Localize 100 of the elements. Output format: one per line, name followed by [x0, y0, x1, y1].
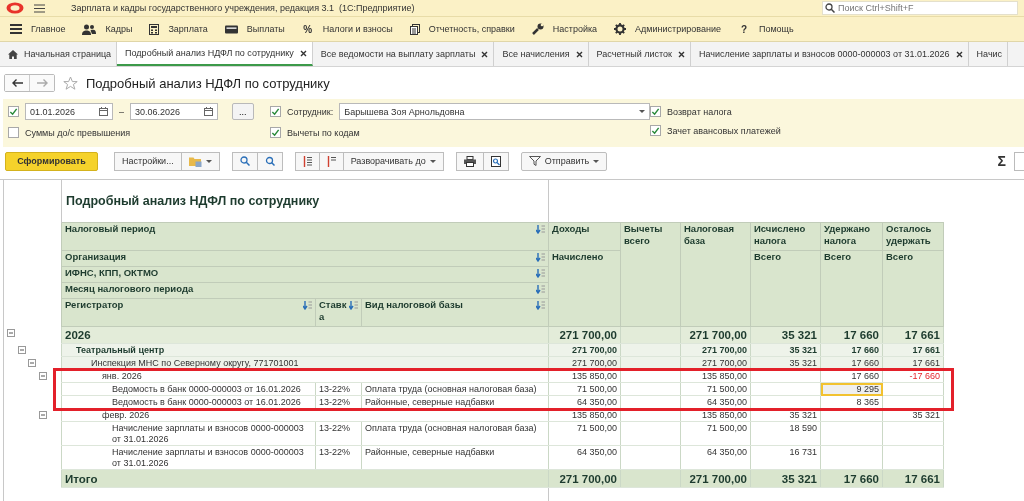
column-header[interactable]: Вид налоговой базы — [361, 298, 549, 327]
sort-icon — [536, 301, 545, 310]
column-header: Начислено — [548, 250, 621, 327]
table-cell: февр. 2026 — [61, 408, 549, 422]
collapse-icon[interactable] — [28, 358, 36, 367]
collapse-list-icon — [326, 155, 336, 167]
expand-all-button[interactable] — [294, 151, 320, 171]
table-cell: 13-22% — [315, 421, 362, 446]
tab[interactable]: Подробный анализ НДФЛ по сотруднику — [117, 42, 313, 66]
checkbox[interactable] — [650, 125, 661, 136]
caret-icon — [593, 159, 600, 163]
menu-item[interactable]: Отчетность, справки — [405, 23, 528, 35]
send-button[interactable]: Отправить — [520, 151, 608, 171]
collapse-icon[interactable] — [38, 371, 47, 380]
collapse-icon[interactable] — [17, 345, 26, 354]
date-field[interactable]: 01.01.2026 — [25, 103, 113, 120]
checkbox-label: Зачет авансовых платежей — [667, 125, 781, 136]
table-cell: -17 660 — [882, 369, 944, 383]
funnel-icon — [528, 156, 541, 166]
checkbox[interactable] — [650, 106, 661, 117]
collapse-all-button[interactable] — [319, 151, 344, 171]
table-cell: 135 850,00 — [680, 369, 751, 383]
back-button[interactable] — [5, 75, 29, 91]
menu-item-icon: ? — [737, 23, 750, 35]
table-cell: 16 731 — [750, 445, 821, 470]
table-cell: 13-22% — [315, 382, 362, 396]
checkbox-label: Возврат налога — [667, 106, 732, 117]
column-header: Всего — [750, 250, 821, 327]
variant-button[interactable] — [181, 151, 220, 171]
column-header: Удержано налога — [820, 222, 883, 251]
field-label: Сотрудник: — [287, 106, 334, 117]
checkbox[interactable] — [8, 106, 19, 117]
window-title: Зарплата и кадры государственного учреждения, редакция 3.1 (1С:Предприятие) — [70, 3, 416, 13]
preview-button[interactable] — [483, 151, 509, 171]
menu-icon — [10, 24, 22, 34]
table-cell: Начисление зарплаты и взносов 0000-000003 от 31.01.2026 — [61, 445, 316, 470]
close-icon — [481, 50, 489, 58]
sort-icon — [536, 269, 545, 278]
tab[interactable]: Начисление зарплаты и взносов 0000-000003 от 31.01.2026 — [690, 42, 969, 66]
close-icon — [575, 50, 583, 58]
column-header: Доходы — [548, 222, 621, 251]
date-field[interactable]: 30.06.2026 — [130, 103, 218, 120]
star-icon — [63, 76, 78, 90]
tab[interactable]: Расчетный листок — [588, 42, 691, 66]
menu-item-label: Главное — [31, 24, 66, 34]
form-title: Подробный анализ НДФЛ по сотруднику — [86, 75, 330, 91]
search-icon — [239, 156, 250, 166]
menu-item-label: Администрирование — [635, 24, 721, 34]
tab[interactable]: Все начисления — [494, 42, 589, 66]
tab[interactable]: Начис — [968, 42, 1009, 66]
menu-item[interactable]: Выплаты — [220, 24, 298, 34]
table-cell: Ведомость в банк 0000-000003 от 16.01.2026 — [61, 395, 316, 409]
table-cell: 71 500,00 — [680, 421, 751, 446]
menu-item[interactable]: % Налоги и взносы — [297, 23, 406, 35]
search-button[interactable] — [231, 151, 258, 171]
expand-to-button[interactable]: Разворачивать до — [343, 151, 444, 171]
forward-arrow-icon — [36, 79, 48, 87]
table-cell: Ведомость в банк 0000-000003 от 16.01.2026 — [61, 382, 316, 396]
printer-icon — [463, 155, 476, 167]
period-button[interactable]: ... — [232, 103, 254, 120]
column-header: Осталось удержать — [882, 222, 944, 251]
generate-button[interactable]: Сформировать — [5, 151, 98, 171]
menu-item[interactable]: Кадры — [78, 23, 146, 35]
table-cell: 18 590 — [750, 421, 821, 446]
close-icon — [299, 49, 307, 57]
table-cell: янв. 2026 — [61, 369, 549, 383]
table-cell: 64 350,00 — [548, 445, 621, 470]
table-cell: 71 500,00 — [548, 421, 621, 446]
caret-icon — [639, 110, 645, 113]
close-icon — [677, 50, 685, 58]
tab[interactable]: Все ведомости на выплату зарплаты — [312, 42, 495, 66]
people-icon — [82, 23, 97, 35]
input-field[interactable] — [1014, 151, 1024, 171]
employee-field[interactable]: Барышева Зоя Арнольдовна — [339, 103, 650, 120]
menu-item[interactable]: Настройка — [527, 23, 611, 35]
menu-item[interactable]: Администрирование — [610, 23, 734, 35]
table-cell: Начисление зарплаты и взносов 0000-000003 от 31.01.2026 — [61, 421, 316, 446]
collapse-icon[interactable] — [7, 328, 15, 337]
checkbox[interactable] — [270, 106, 281, 117]
search-next-button[interactable] — [257, 151, 283, 171]
folder-icon — [188, 155, 202, 167]
menu-item[interactable]: Главное — [6, 24, 79, 34]
menu-item[interactable]: ? Помощь — [733, 23, 807, 35]
menu-item-icon: % — [301, 23, 314, 35]
checkbox[interactable] — [270, 127, 281, 138]
sum-icon[interactable]: Σ — [997, 153, 1006, 169]
collapse-icon[interactable] — [38, 410, 47, 419]
column-header: Всего — [882, 250, 944, 327]
settings-button[interactable]: Настройки... — [114, 151, 182, 171]
caret-icon — [429, 159, 436, 163]
column-header[interactable]: Регистратор — [61, 298, 316, 327]
checkbox[interactable] — [8, 127, 19, 138]
table-cell: Оплата труда (основная налоговая база) — [361, 421, 549, 446]
print-button[interactable] — [455, 151, 484, 171]
table-cell: 135 850,00 — [548, 408, 621, 422]
column-header[interactable]: Налоговый период — [61, 222, 549, 251]
search-field[interactable]: Поиск Ctrl+Shift+F — [822, 1, 1018, 15]
column-header: Налоговая база — [680, 222, 751, 327]
menu-item[interactable]: Зарплата — [145, 23, 221, 35]
document-icon — [409, 23, 420, 35]
